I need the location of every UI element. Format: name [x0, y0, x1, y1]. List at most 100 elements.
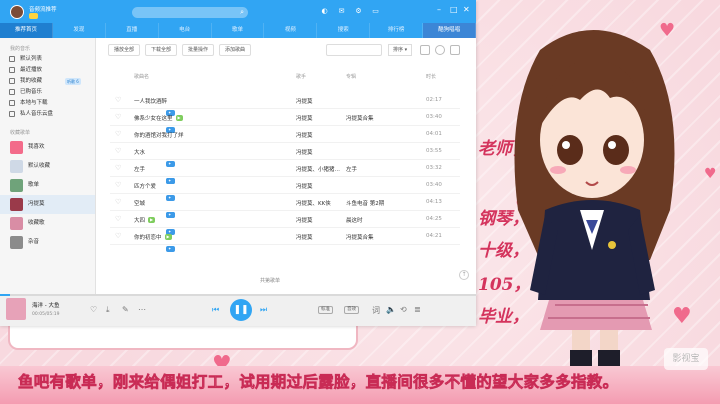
col-artist[interactable]: 歌手: [296, 73, 306, 80]
tab-video[interactable]: 视频: [264, 23, 318, 38]
batch-button[interactable]: 批量操作: [182, 44, 215, 56]
song-artist[interactable]: 冯提莫: [296, 182, 313, 190]
table-row[interactable]: ♡ 一人我饮酒醉 ✦ 冯提莫 02:17: [110, 92, 460, 116]
sidebar-item-favorites[interactable]: 我的收藏 听歌 6: [0, 76, 95, 87]
playlist-item[interactable]: 冯提莫: [0, 195, 95, 214]
tab-charts[interactable]: 排行榜: [370, 23, 424, 38]
skin-icon[interactable]: ◐: [320, 7, 329, 16]
song-title[interactable]: 空城✦✦: [134, 199, 175, 218]
like-icon[interactable]: ♡: [90, 305, 97, 314]
song-title[interactable]: 大水 ✦: [134, 148, 175, 167]
close-icon[interactable]: ✕: [463, 5, 470, 14]
sound-effect-badge[interactable]: 音效: [344, 306, 359, 314]
maximize-icon[interactable]: □: [450, 5, 458, 14]
col-title[interactable]: 歌曲名: [134, 73, 149, 80]
song-title[interactable]: 一人我饮酒醉 ✦: [134, 97, 175, 116]
tab-radio[interactable]: 电台: [159, 23, 212, 38]
heart-icon[interactable]: ♡: [115, 113, 121, 121]
col-duration[interactable]: 时长: [426, 73, 436, 80]
song-title[interactable]: 你的初恋中 ▶ ✦: [134, 233, 175, 252]
tab-home[interactable]: 推荐首页: [0, 23, 53, 38]
table-row[interactable]: ♡ 佛系少女在这里 ✦ ▶ 冯提莫 冯提莫合集 03:40: [110, 109, 460, 133]
playlist-icon[interactable]: ≣: [414, 305, 421, 314]
add-song-button[interactable]: 添加歌曲: [219, 44, 252, 56]
table-row[interactable]: ♡ 大四 ▶ ✦ 冯提莫 晨这时 04:25: [110, 211, 460, 235]
now-playing-title[interactable]: 海洋 - 大鱼: [32, 301, 59, 309]
sidebar-item-cloud[interactable]: 私人音乐云盘: [0, 109, 95, 120]
list-view-icon[interactable]: [420, 45, 430, 55]
progress-bar[interactable]: [0, 294, 476, 296]
song-artist[interactable]: 冯提莫: [296, 216, 313, 224]
table-row[interactable]: ♡ 你的初恋中 ▶ ✦ 冯提莫 冯提莫合集 04:21: [110, 228, 460, 252]
tab-discover[interactable]: 发现: [53, 23, 106, 38]
song-title[interactable]: 佛系少女在这里 ✦ ▶: [134, 114, 183, 133]
song-album[interactable]: 冯提莫合集: [346, 114, 374, 122]
table-row[interactable]: ♡ 大水 ✦ 冯提莫 03:55: [110, 143, 460, 167]
sidebar-item-recent[interactable]: 最近播放: [0, 65, 95, 76]
song-artist[interactable]: 冯提莫、小猪猪…: [296, 165, 340, 173]
heart-icon[interactable]: ♡: [115, 147, 121, 155]
song-artist[interactable]: 冯提莫、KK侠: [296, 199, 331, 207]
song-album[interactable]: 斗鱼电音 第2期: [346, 199, 384, 207]
heart-icon[interactable]: ♡: [115, 130, 121, 138]
heart-icon[interactable]: ♡: [115, 232, 121, 240]
lyrics-icon[interactable]: 词: [372, 305, 380, 316]
table-row[interactable]: ♡ 你的酒馆对我打了烊 冯提莫 04:01: [110, 126, 460, 143]
search-input[interactable]: ⌕: [132, 7, 248, 18]
song-artist[interactable]: 冯提莫: [296, 131, 313, 139]
song-artist[interactable]: 冯提莫: [296, 114, 313, 122]
loop-icon[interactable]: ⟲: [400, 305, 407, 314]
tab-playlists[interactable]: 歌单: [212, 23, 265, 38]
quality-badge[interactable]: 标准: [318, 306, 333, 314]
playlist-item[interactable]: 歌单: [0, 176, 95, 195]
song-album[interactable]: 左手: [346, 165, 357, 173]
grid-view-icon[interactable]: [450, 45, 460, 55]
sidebar-item-default-list[interactable]: 默认列表: [0, 54, 95, 65]
search-icon[interactable]: ⌕: [240, 8, 244, 17]
next-icon[interactable]: ⏭: [260, 305, 267, 315]
heart-icon[interactable]: ♡: [115, 215, 121, 223]
locate-icon[interactable]: [435, 45, 445, 55]
song-title[interactable]: 大四 ▶ ✦: [134, 216, 175, 235]
song-artist[interactable]: 冯提莫: [296, 148, 313, 156]
avatar[interactable]: [10, 5, 24, 19]
tab-live[interactable]: 直播: [106, 23, 159, 38]
download-icon[interactable]: ⤓: [106, 305, 110, 315]
mini-mode-icon[interactable]: ▭: [371, 7, 380, 16]
col-album[interactable]: 专辑: [346, 73, 356, 80]
volume-icon[interactable]: 🔈: [386, 305, 396, 314]
heart-icon[interactable]: ♡: [115, 164, 121, 172]
tab-karaoke[interactable]: 酷狗唱唱: [423, 23, 476, 38]
comment-icon[interactable]: ✎: [122, 305, 129, 314]
previous-icon[interactable]: ⏮: [212, 305, 219, 315]
heart-icon[interactable]: ♡: [115, 96, 121, 104]
user-name[interactable]: 音频流推荐: [29, 5, 57, 13]
scroll-top-icon[interactable]: ↑: [459, 270, 469, 280]
heart-icon[interactable]: ♡: [115, 181, 121, 189]
song-artist[interactable]: 冯提莫: [296, 233, 313, 241]
sort-dropdown[interactable]: 排序 ▾: [388, 44, 413, 56]
sidebar-item-purchased[interactable]: 已购音乐: [0, 87, 95, 98]
play-all-button[interactable]: 播放全部: [108, 44, 141, 56]
song-title[interactable]: 左手✦✦: [134, 165, 175, 184]
song-album[interactable]: 晨这时: [346, 216, 363, 224]
pause-button[interactable]: ❚❚: [230, 299, 252, 321]
album-cover[interactable]: [6, 298, 26, 320]
minimize-icon[interactable]: –: [437, 5, 441, 14]
playlist-item[interactable]: 默认收藏: [0, 157, 95, 176]
song-artist[interactable]: 冯提莫: [296, 97, 313, 105]
playlist-item[interactable]: 我喜欢: [0, 138, 95, 157]
song-title[interactable]: 匹方个爱 ✦: [134, 182, 175, 201]
song-album[interactable]: 冯提莫合集: [346, 233, 374, 241]
tab-search[interactable]: 搜索: [317, 23, 371, 38]
download-all-button[interactable]: 下载全部: [145, 44, 178, 56]
settings-icon[interactable]: ⚙: [354, 7, 363, 16]
table-row[interactable]: ♡ 左手✦✦ 冯提莫、小猪猪… 左手 03:32: [110, 160, 460, 184]
playlist-item[interactable]: 杂音: [0, 233, 95, 252]
sidebar-item-local[interactable]: 本地与下载: [0, 98, 95, 109]
song-title[interactable]: 你的酒馆对我打了烊: [134, 131, 184, 139]
playlist-item[interactable]: 收藏歌: [0, 214, 95, 233]
heart-icon[interactable]: ♡: [115, 198, 121, 206]
table-row[interactable]: ♡ 匹方个爱 ✦ 冯提莫 03:40: [110, 177, 460, 201]
table-row[interactable]: ♡ 空城✦✦ 冯提莫、KK侠 斗鱼电音 第2期 04:13: [110, 194, 460, 218]
